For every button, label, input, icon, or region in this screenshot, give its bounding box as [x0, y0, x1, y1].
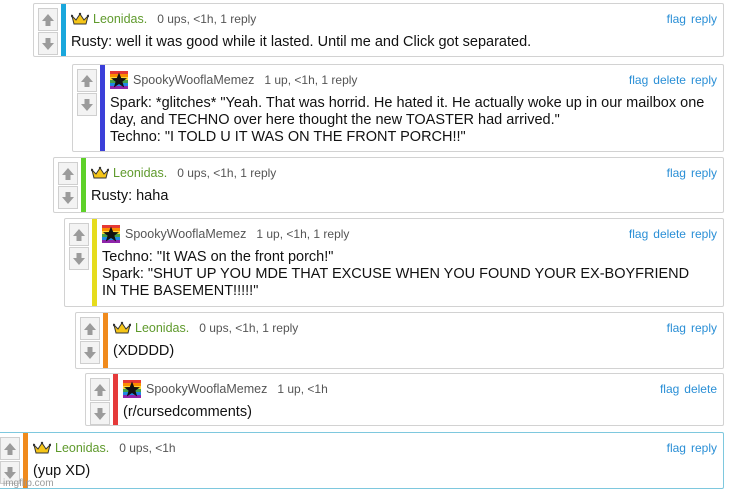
reply-link[interactable]: reply	[691, 441, 717, 455]
vote-controls	[69, 223, 91, 271]
flag-link[interactable]: flag	[667, 166, 686, 180]
comment: Leonidas. 0 ups, <1h flag reply (yup XD)	[0, 432, 724, 489]
flag-link[interactable]: flag	[660, 382, 679, 396]
up-arrow-icon[interactable]	[77, 69, 97, 92]
comment-text: Spark: *glitches* "Yeah. That was horrid…	[110, 95, 705, 145]
up-arrow-icon[interactable]	[90, 378, 110, 401]
reply-link[interactable]: reply	[691, 321, 717, 335]
comment-actions: flag reply	[667, 441, 717, 455]
up-arrow-icon[interactable]	[38, 8, 58, 31]
up-arrow-icon[interactable]	[0, 437, 20, 460]
username-link[interactable]: SpookyWooflaMemez	[125, 227, 246, 241]
rainbow-star-avatar-icon[interactable]	[102, 225, 120, 243]
down-arrow-icon[interactable]	[38, 32, 58, 55]
flag-link[interactable]: flag	[667, 12, 686, 26]
comment: SpookyWooflaMemez 1 up, <1h, 1 reply flag d…	[64, 218, 724, 307]
up-arrow-icon[interactable]	[80, 317, 100, 340]
username-link[interactable]: Leonidas.	[113, 166, 167, 180]
comment-meta: 0 ups, <1h, 1 reply	[199, 321, 299, 335]
comment-text: Techno: "It WAS on the front porch!" Spa…	[102, 249, 690, 299]
comment-actions: flag delete	[660, 382, 717, 396]
comment-text: Rusty: haha	[91, 188, 169, 204]
down-arrow-icon[interactable]	[77, 93, 97, 116]
reply-link[interactable]: reply	[691, 12, 717, 26]
username-link[interactable]: SpookyWooflaMemez	[146, 382, 267, 396]
comment-meta: 0 ups, <1h	[119, 441, 176, 455]
crown-icon[interactable]	[112, 321, 132, 335]
thread-depth-stripe	[81, 158, 86, 212]
comment-meta: 0 ups, <1h, 1 reply	[177, 166, 277, 180]
comment-meta: 1 up, <1h, 1 reply	[256, 227, 350, 241]
vote-controls	[80, 317, 102, 365]
comment-actions: flag delete reply	[629, 227, 717, 241]
delete-link[interactable]: delete	[653, 227, 686, 241]
comment-header: Leonidas. 0 ups, <1h, 1 reply flag reply	[90, 164, 717, 182]
reply-link[interactable]: reply	[691, 227, 717, 241]
imgflip-watermark: imgflip.com	[3, 478, 54, 489]
comment: SpookyWooflaMemez 1 up, <1h, 1 reply flag d…	[72, 64, 724, 152]
comment-actions: flag reply	[667, 12, 717, 26]
comment-meta: 1 up, <1h, 1 reply	[264, 73, 358, 87]
up-arrow-icon[interactable]	[58, 162, 78, 185]
reply-link[interactable]: reply	[691, 73, 717, 87]
vote-controls	[77, 69, 99, 117]
up-arrow-icon[interactable]	[69, 223, 89, 246]
reply-link[interactable]: reply	[691, 166, 717, 180]
comment: Leonidas. 0 ups, <1h, 1 reply flag reply Rus…	[53, 157, 724, 213]
comment-actions: flag reply	[667, 321, 717, 335]
username-link[interactable]: Leonidas.	[55, 441, 109, 455]
thread-depth-stripe	[100, 65, 105, 151]
flag-link[interactable]: flag	[667, 441, 686, 455]
comment-meta: 1 up, <1h	[277, 382, 328, 396]
down-arrow-icon[interactable]	[69, 247, 89, 270]
comment: Leonidas. 0 ups, <1h, 1 reply flag reply (XD…	[75, 312, 724, 369]
comment-header: Leonidas. 0 ups, <1h flag reply	[32, 439, 717, 457]
comment-header: SpookyWooflaMemez 1 up, <1h, 1 reply flag d…	[110, 71, 717, 89]
comment: Leonidas. 0 ups, <1h, 1 reply flag reply Rus…	[33, 3, 724, 57]
comment-header: SpookyWooflaMemez 1 up, <1h, 1 reply flag d…	[102, 225, 717, 243]
thread-depth-stripe	[103, 313, 108, 368]
vote-controls	[58, 162, 80, 210]
crown-icon[interactable]	[70, 12, 90, 26]
delete-link[interactable]: delete	[653, 73, 686, 87]
comment-text: Rusty: well it was good while it lasted.…	[71, 34, 532, 50]
down-arrow-icon[interactable]	[90, 402, 110, 425]
crown-icon[interactable]	[90, 166, 110, 180]
comment-meta: 0 ups, <1h, 1 reply	[157, 12, 257, 26]
flag-link[interactable]: flag	[629, 73, 648, 87]
comment-text: (r/cursedcomments)	[123, 404, 252, 420]
comment-text: (yup XD)	[33, 463, 91, 479]
comment-text: (XDDDD)	[113, 343, 175, 359]
username-link[interactable]: Leonidas.	[135, 321, 189, 335]
rainbow-star-avatar-icon[interactable]	[123, 380, 141, 398]
comment-actions: flag delete reply	[629, 73, 717, 87]
comment-header: SpookyWooflaMemez 1 up, <1h flag delete	[123, 380, 717, 398]
comment-header: Leonidas. 0 ups, <1h, 1 reply flag reply	[112, 319, 717, 337]
comment-actions: flag reply	[667, 166, 717, 180]
vote-controls	[38, 8, 60, 56]
thread-depth-stripe	[113, 374, 118, 425]
down-arrow-icon[interactable]	[58, 186, 78, 209]
comment-header: Leonidas. 0 ups, <1h, 1 reply flag reply	[70, 10, 717, 28]
flag-link[interactable]: flag	[667, 321, 686, 335]
crown-icon[interactable]	[32, 441, 52, 455]
comment: SpookyWooflaMemez 1 up, <1h flag delete (r/c…	[85, 373, 724, 426]
username-link[interactable]: SpookyWooflaMemez	[133, 73, 254, 87]
username-link[interactable]: Leonidas.	[93, 12, 147, 26]
thread-depth-stripe	[61, 4, 66, 56]
vote-controls	[90, 378, 112, 426]
delete-link[interactable]: delete	[684, 382, 717, 396]
rainbow-star-avatar-icon[interactable]	[110, 71, 128, 89]
flag-link[interactable]: flag	[629, 227, 648, 241]
down-arrow-icon[interactable]	[80, 341, 100, 364]
thread-depth-stripe	[92, 219, 97, 306]
